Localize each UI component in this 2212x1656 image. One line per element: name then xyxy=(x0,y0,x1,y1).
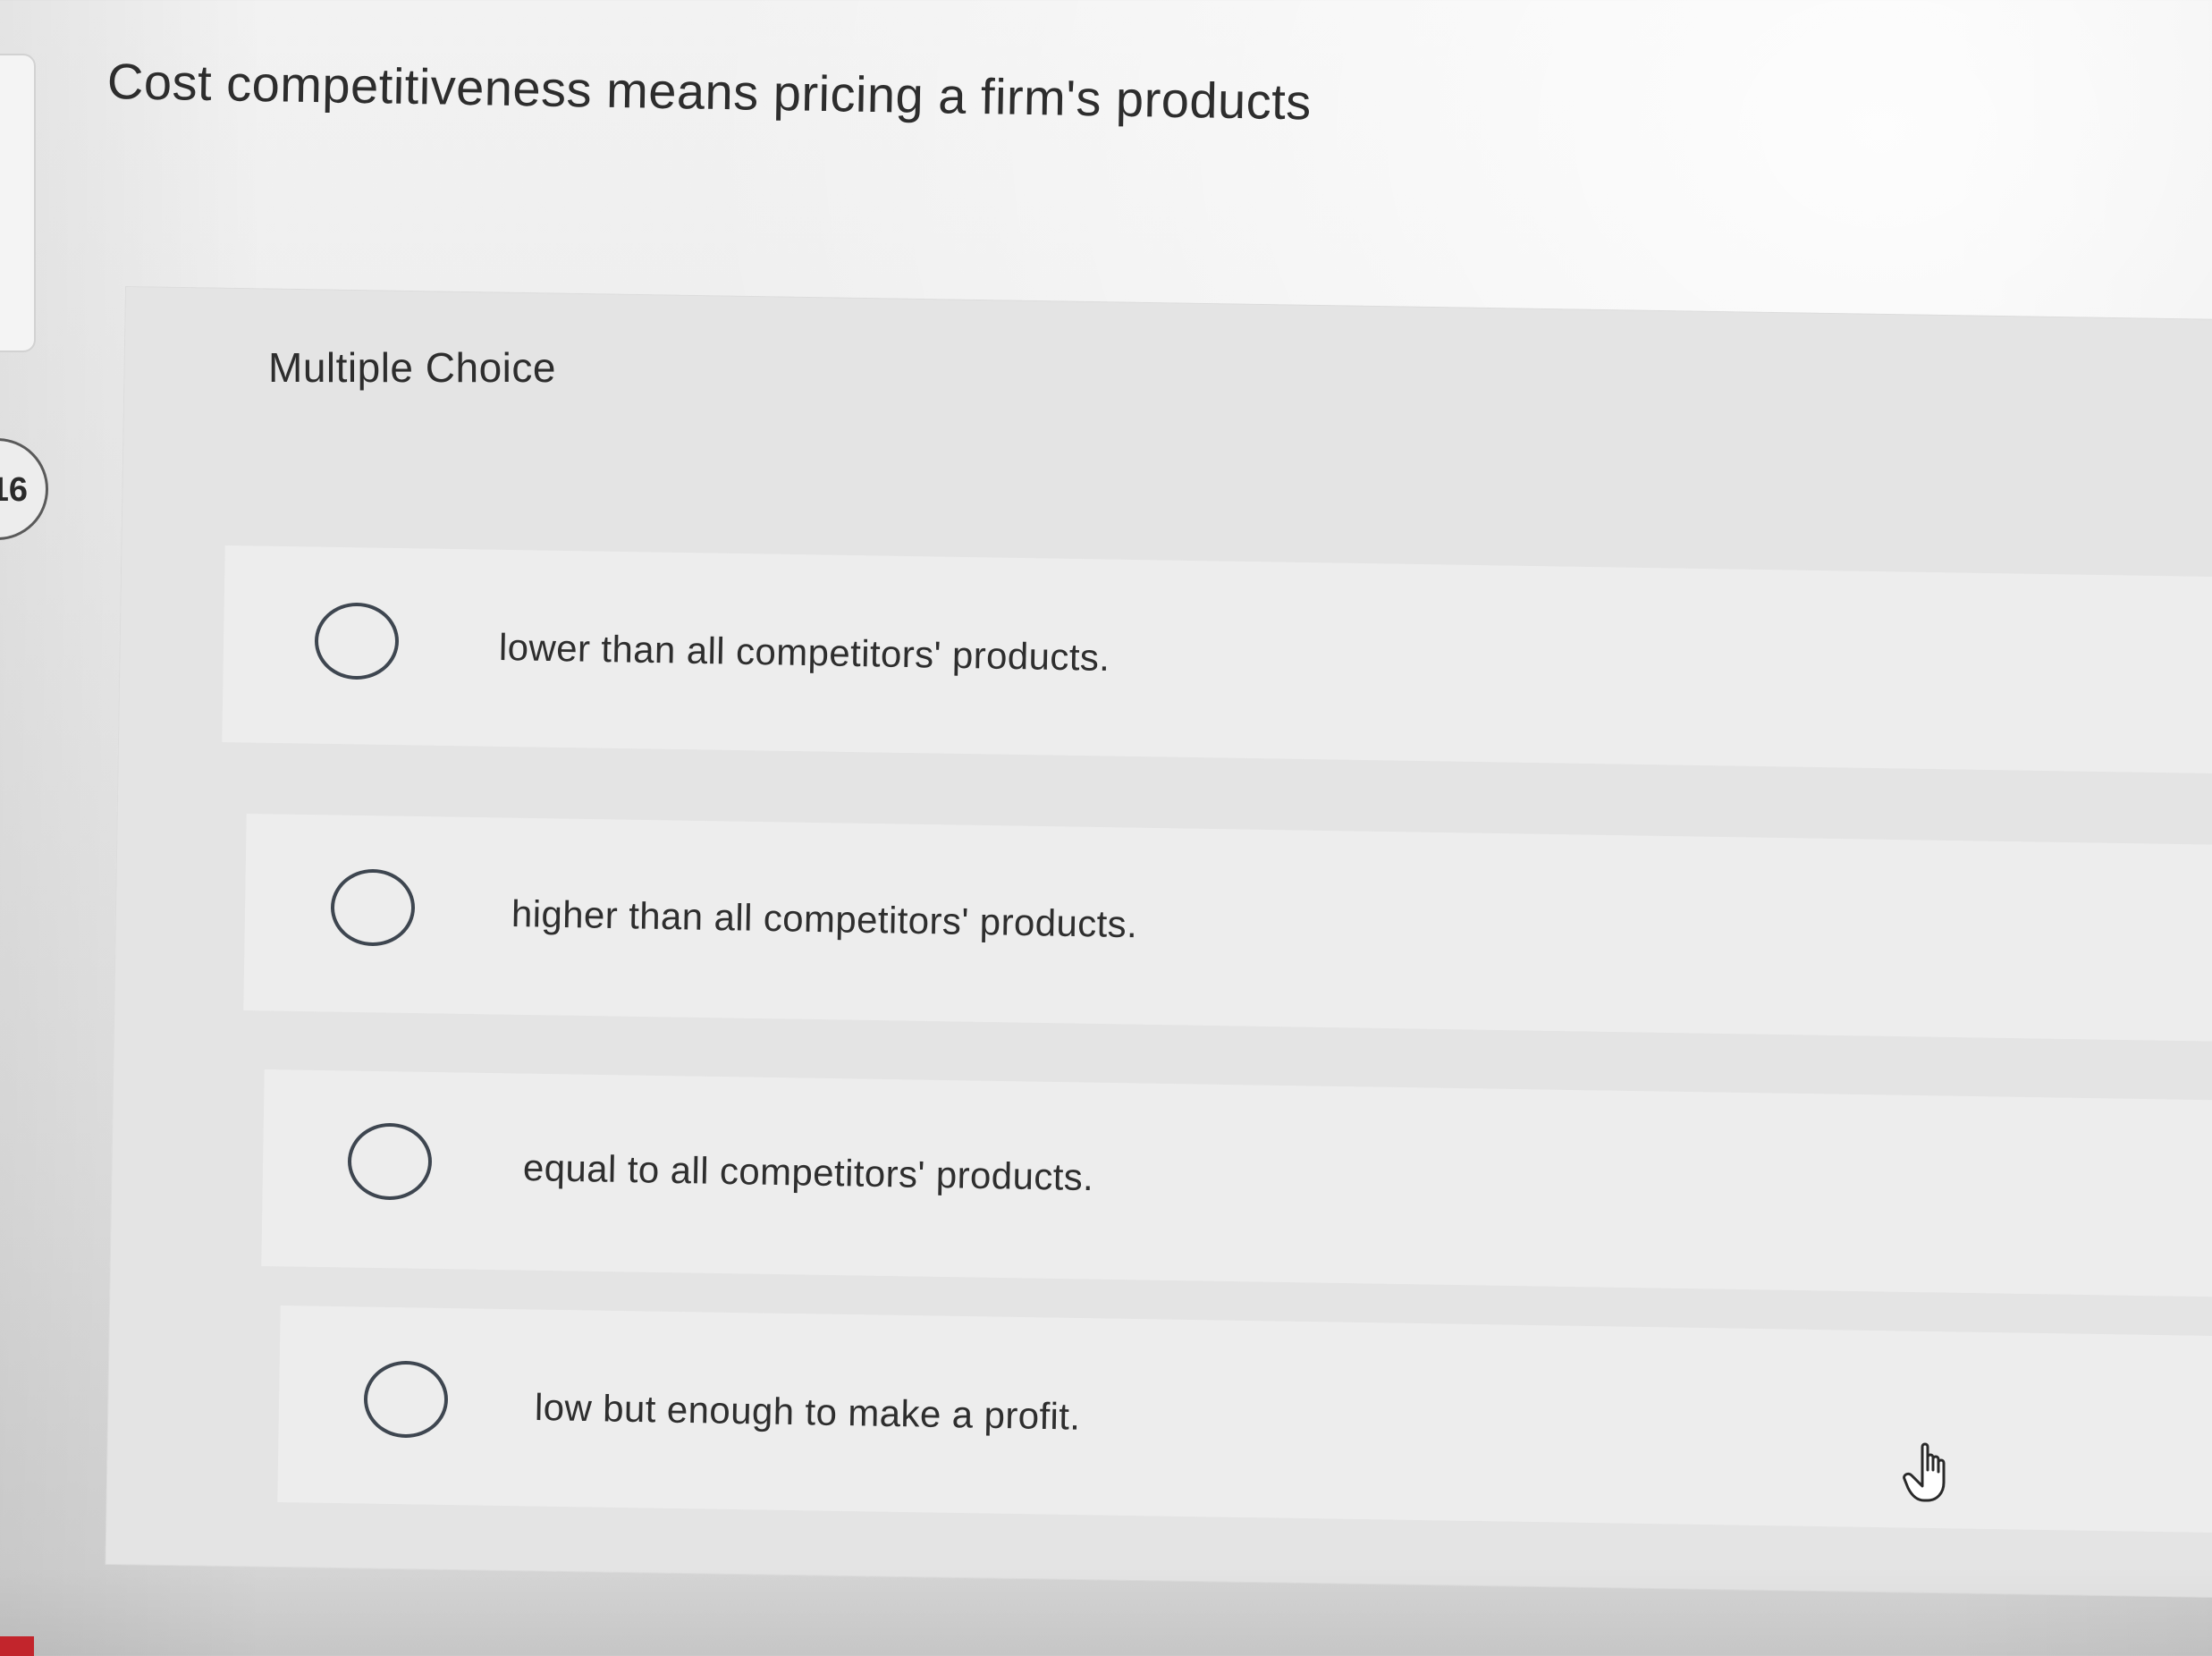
option-2-radio[interactable] xyxy=(331,869,415,946)
question-type-label: Multiple Choice xyxy=(268,344,556,391)
option-1-radio[interactable] xyxy=(315,603,399,680)
question-number: 16 xyxy=(0,471,28,509)
screen-bottom-edge xyxy=(0,1567,2212,1656)
option-4-radio[interactable] xyxy=(364,1361,448,1438)
option-3-radio[interactable] xyxy=(348,1123,432,1200)
red-corner-tab xyxy=(0,1636,34,1656)
previous-question-card[interactable] xyxy=(0,54,36,352)
hand-pointer-icon xyxy=(1903,1442,1946,1502)
